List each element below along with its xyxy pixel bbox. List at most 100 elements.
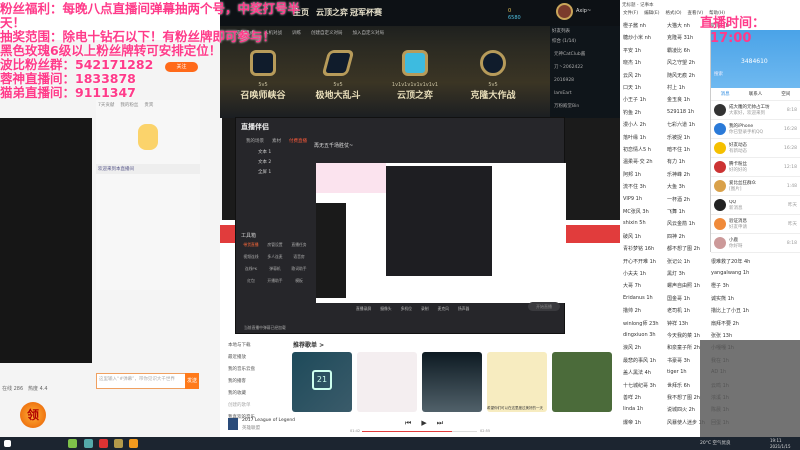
menu-item[interactable]: 格式(O) (665, 10, 681, 16)
control-button[interactable]: 摄像头 (380, 306, 391, 312)
calendar-icon: 21 (312, 370, 332, 390)
rank-tab[interactable]: 我的粉丝 (120, 102, 138, 108)
gift-badge[interactable]: 领 (20, 402, 46, 428)
app-icon[interactable] (99, 439, 108, 448)
qq-conversation[interactable]: 我的iPhone 你已登录手机QQ 16:28 (711, 120, 800, 139)
tool-item[interactable]: 视频连线 (239, 254, 263, 260)
nav-tft[interactable]: 云顶之弈 (316, 7, 348, 18)
tool-item[interactable]: 房管设置 (263, 242, 287, 248)
taskbar: 20°C 空气优良 19:11 2021/1/15 (0, 437, 800, 450)
source-item[interactable]: 文本 2 (258, 158, 271, 168)
section-title[interactable]: 推荐歌单 > (293, 340, 324, 349)
qq-conversation[interactable]: 成大雕的元帅占工坊 大家好，欢迎来到 8:18 (711, 101, 800, 120)
sidebar-item[interactable]: 我的收藏 (228, 388, 255, 400)
friends-group[interactable]: 综合 (1/14) (550, 36, 620, 46)
app-icon[interactable] (84, 439, 93, 448)
video-player[interactable] (0, 118, 92, 363)
music-sidebar: 本地与下载 最近播放 我的音乐云盘 我的播客 我的收藏 创建的歌单 我喜欢的音乐 (228, 340, 255, 424)
sidebar-item[interactable]: 最近播放 (228, 352, 255, 364)
tab-scene[interactable]: 我的场景 (246, 138, 264, 144)
stream-title[interactable]: 再无五千场胜仗~ (314, 142, 353, 149)
sidebar-item[interactable]: 本地与下载 (228, 340, 255, 352)
overlay-line: 抽奖范围：除电十钻石以下！有粉丝牌即可参与！ (0, 29, 276, 44)
playlist-cover[interactable] (422, 352, 482, 412)
control-button[interactable]: 麦克风 (438, 306, 449, 312)
menu-item[interactable]: 编辑(E) (644, 10, 659, 16)
app-icon[interactable] (114, 439, 123, 448)
clock-date[interactable]: 2021/1/15 (770, 444, 791, 449)
avatar[interactable] (556, 3, 573, 20)
friend-item[interactable]: 刀丶2062422 (554, 61, 616, 74)
qq-tab[interactable]: 联系人 (749, 91, 763, 97)
source-item[interactable]: 文本 1 (258, 148, 271, 158)
qq-tab[interactable]: 空间 (781, 91, 790, 97)
qq-conversation[interactable]: 好友动态 有新动态 16:28 (711, 139, 800, 158)
tab-paid[interactable]: 付费直播 (289, 138, 307, 144)
tool-item[interactable]: 带货直播 (239, 242, 263, 248)
control-button[interactable]: 直播录屏 (356, 306, 371, 312)
playlist-cover[interactable]: 21 (292, 352, 352, 412)
send-button[interactable]: 发送 (185, 373, 199, 389)
mode-tft[interactable]: 1v1v1v1v1v1v1v1 云顶之弈 (380, 50, 450, 101)
tool-item[interactable]: 直播任务 (287, 242, 311, 248)
sidebar-item[interactable]: 我的音乐云盘 (228, 364, 255, 376)
tool-item[interactable]: 语音房 (287, 254, 311, 260)
tool-item[interactable]: 开播助手 (263, 278, 287, 284)
tab-material[interactable]: 素材 (272, 138, 281, 144)
mode-clone[interactable]: 5v5 克隆大作战 (458, 50, 528, 101)
notepad-entry: 浪风 2h (623, 345, 641, 352)
notepad-entry: 扇拜不要 2h (711, 320, 739, 327)
tool-item[interactable]: 模板 (287, 278, 311, 284)
playlist-cover[interactable] (357, 352, 417, 412)
control-button[interactable]: 多机位 (401, 306, 412, 312)
play-icon[interactable]: ▶ (421, 419, 426, 428)
qq-conversation[interactable]: 爱比丝狂群众 [图片] 1:48 (711, 177, 800, 196)
chat-input[interactable]: 这里输入“#弹幕”，带你见识大千世界 (96, 373, 196, 389)
rank-tab[interactable]: 7天贡献 (98, 102, 114, 108)
progress-bar[interactable] (362, 431, 477, 432)
playlist-cover[interactable]: 希望你们可以在这里度过美好的一天 (487, 352, 547, 412)
mascot-image (138, 124, 158, 150)
friend-item[interactable]: lamEart (554, 87, 616, 100)
start-icon[interactable] (4, 440, 11, 447)
friend-item[interactable]: 元神CatClub酱 (554, 48, 616, 61)
qq-conversation[interactable]: 小鹿 你好呀 8:18 (711, 234, 800, 253)
avatar (714, 180, 726, 192)
weather[interactable]: 20°C 空气优良 (700, 440, 731, 446)
control-button[interactable]: 扬声器 (458, 306, 469, 312)
rank-tab[interactable]: 贵宾 (144, 102, 153, 108)
tool-item[interactable]: 红包 (239, 278, 263, 284)
clock-time[interactable]: 19:11 (770, 438, 782, 443)
tool-item[interactable]: 连线PK (239, 266, 263, 272)
control-button[interactable]: 录制 (421, 306, 429, 312)
friend-item[interactable]: 2016928 (554, 74, 616, 87)
go-live-button[interactable]: 开始直播 (528, 302, 560, 311)
sidebar-item[interactable]: 我的播客 (228, 376, 255, 388)
tool-item[interactable]: 弹幕机 (263, 266, 287, 272)
subnav-item[interactable]: 加入自定义对局 (353, 30, 385, 36)
preview-video (316, 203, 346, 298)
playlist-cover[interactable] (552, 352, 612, 412)
mode-aram[interactable]: 5v5 极地大乱斗 (303, 50, 373, 101)
source-item[interactable]: 全屏 1 (258, 168, 271, 178)
notepad-entry: tiger 1h (667, 369, 687, 376)
nav-cup[interactable]: 冠军杯赛 (350, 7, 382, 18)
prev-icon[interactable]: ⏮ (405, 419, 411, 428)
qq-conversation[interactable]: QQ 新消息 昨天 (711, 196, 800, 215)
app-icon[interactable] (68, 439, 77, 448)
friend-item[interactable]: 万粉殿堂Bin (554, 100, 616, 113)
subnav-item[interactable]: 创建自定义对局 (311, 30, 343, 36)
bottom-controls: 直播录屏 摄像头 多机位 录制 麦克风 扬声器 (356, 306, 469, 312)
avatar (714, 199, 726, 211)
tool-item[interactable]: 歌词助手 (287, 266, 311, 272)
app-icon[interactable] (129, 439, 138, 448)
qq-search[interactable]: 搜索 (714, 71, 797, 77)
scene-tabs: 我的场景 素材 付费直播 (246, 138, 307, 144)
qq-conversation[interactable]: 腾卡粉丝 好的好的 12:18 (711, 158, 800, 177)
qq-tab[interactable]: 消息 (721, 91, 730, 97)
tool-item[interactable]: 多人连麦 (263, 254, 287, 260)
menu-item[interactable]: 文件(F) (623, 10, 638, 16)
next-icon[interactable]: ⏭ (437, 419, 443, 428)
conversation-msg: 你已登录手机QQ (729, 130, 764, 135)
qq-conversation[interactable]: 验证消息 好友申请 昨天 (711, 215, 800, 234)
